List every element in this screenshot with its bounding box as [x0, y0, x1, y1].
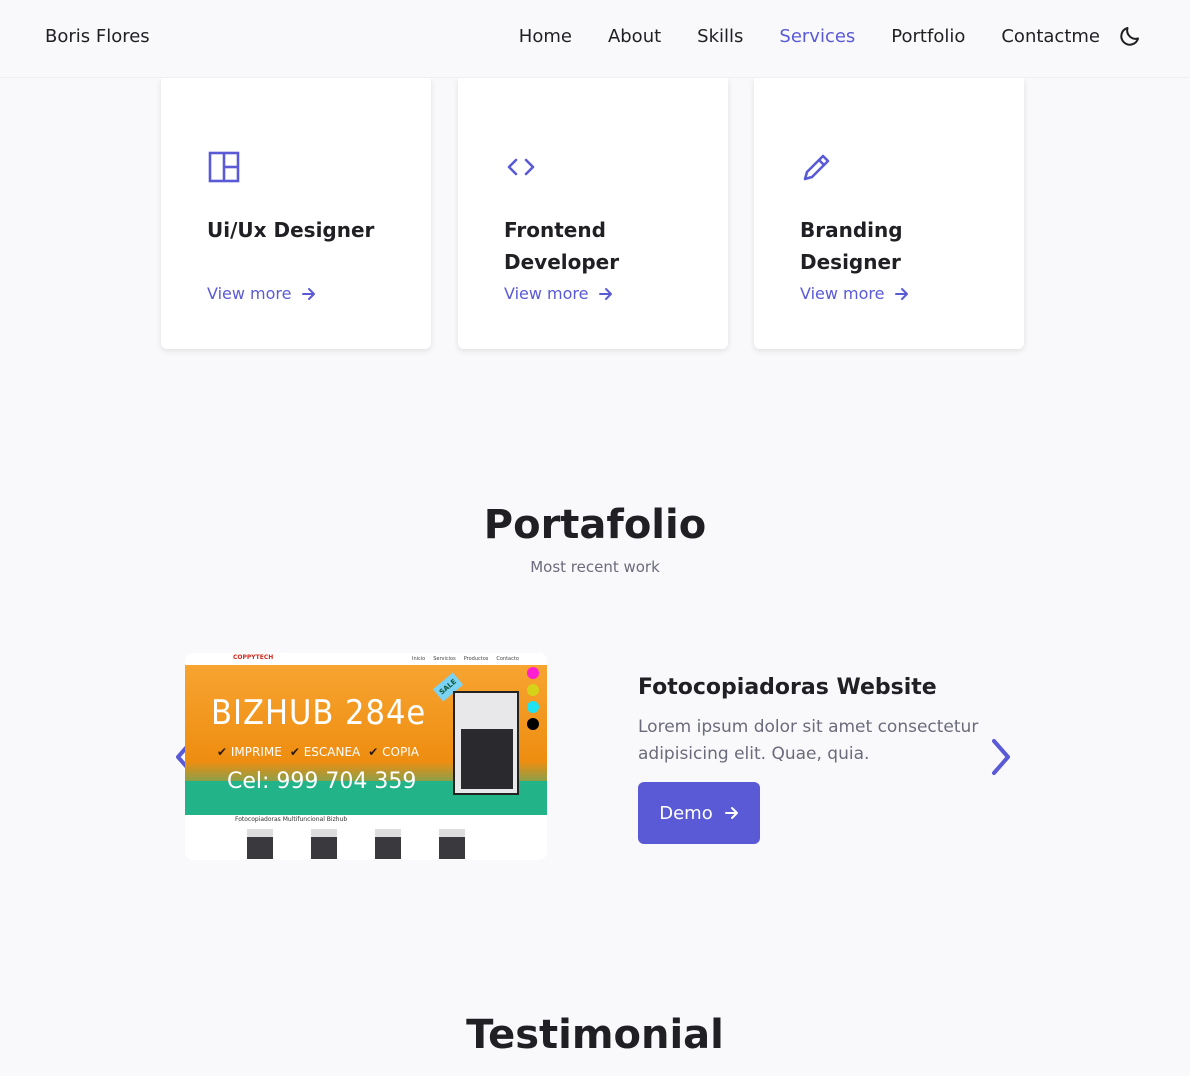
main-nav: Home About Skills Services Portfolio Con… [519, 26, 1100, 47]
banner-checks: IMPRIME ESCANEA COPIA [217, 745, 419, 759]
chevron-right-icon[interactable] [988, 736, 1016, 778]
view-more-label: View more [800, 284, 885, 303]
toner-dots [527, 667, 539, 730]
arrow-right-icon [598, 287, 612, 300]
screenshot-nav-item: Inicio [412, 656, 426, 662]
banner-phone: Cel: 999 704 359 [227, 769, 417, 794]
printer-thumbnails [247, 829, 465, 859]
nav-services[interactable]: Services [779, 26, 855, 47]
nav-skills[interactable]: Skills [697, 26, 743, 47]
view-more-link[interactable]: View more [504, 284, 613, 303]
screenshot-brand: COPPYTECH [233, 654, 274, 661]
nav-contactme[interactable]: Contactme [1001, 26, 1100, 47]
printer-thumb [311, 829, 337, 859]
printer-thumb [439, 829, 465, 859]
screenshot-nav: Inicio Servicios Productos Contacto [412, 656, 519, 662]
testimonial-title: Testimonial [466, 1012, 724, 1058]
nav-about[interactable]: About [608, 26, 661, 47]
check-item: IMPRIME [217, 745, 282, 759]
screenshot-topbar: COPPYTECH Inicio Servicios Productos Con… [185, 653, 547, 665]
demo-label: Demo [659, 802, 713, 824]
view-more-label: View more [207, 284, 292, 303]
printer-thumb [247, 829, 273, 859]
nav-portfolio[interactable]: Portfolio [891, 26, 965, 47]
view-more-link[interactable]: View more [207, 284, 316, 303]
screenshot-nav-item: Productos [463, 656, 489, 662]
moon-icon[interactable] [1118, 24, 1142, 48]
toner-dot-black [527, 718, 539, 730]
nav-home[interactable]: Home [519, 26, 572, 47]
banner-headline: BIZHUB 284e [211, 693, 427, 733]
arrow-right-icon [894, 287, 908, 300]
screenshot-nav-item: Contacto [496, 656, 519, 662]
view-more-label: View more [504, 284, 589, 303]
printer-image [453, 691, 519, 795]
code-icon [507, 158, 535, 176]
project-description: Lorem ipsum dolor sit amet consectetur a… [638, 717, 979, 764]
site-header: Boris Flores Home About Skills Services … [0, 0, 1190, 78]
demo-button[interactable]: Demo [638, 782, 760, 844]
arrow-right-icon [724, 807, 738, 819]
portfolio-title: Portafolio [483, 502, 707, 548]
toner-dot-magenta [527, 667, 539, 679]
service-card-uiux: Ui/Ux Designer View more [161, 78, 431, 349]
arrow-right-icon [301, 287, 315, 300]
screenshot-nav-item: Servicios [433, 656, 456, 662]
pencil-icon [803, 154, 830, 181]
portfolio-subtitle: Most recent work [530, 558, 660, 576]
service-card-branding: Branding Designer View more [754, 78, 1024, 349]
toner-dot-cyan [527, 701, 539, 713]
service-title: Frontend Developer [504, 218, 620, 274]
printer-thumb [375, 829, 401, 859]
toner-dot-yellow [527, 684, 539, 696]
project-screenshot: COPPYTECH Inicio Servicios Productos Con… [185, 653, 547, 860]
project-title: Fotocopiadoras Website [638, 675, 937, 700]
site-logo[interactable]: Boris Flores [45, 26, 150, 47]
layout-icon [208, 151, 240, 183]
view-more-link[interactable]: View more [800, 284, 909, 303]
check-item: COPIA [368, 745, 419, 759]
service-title: Branding Designer [800, 218, 903, 274]
service-card-frontend: Frontend Developer View more [458, 78, 728, 349]
screenshot-lower-title: Fotocopiadoras Multifuncional Bizhub [235, 816, 348, 823]
screenshot-banner: BIZHUB 284e IMPRIME ESCANEA COPIA Cel: 9… [185, 665, 547, 815]
service-title: Ui/Ux Designer [207, 218, 375, 242]
check-item: ESCANEA [290, 745, 361, 759]
